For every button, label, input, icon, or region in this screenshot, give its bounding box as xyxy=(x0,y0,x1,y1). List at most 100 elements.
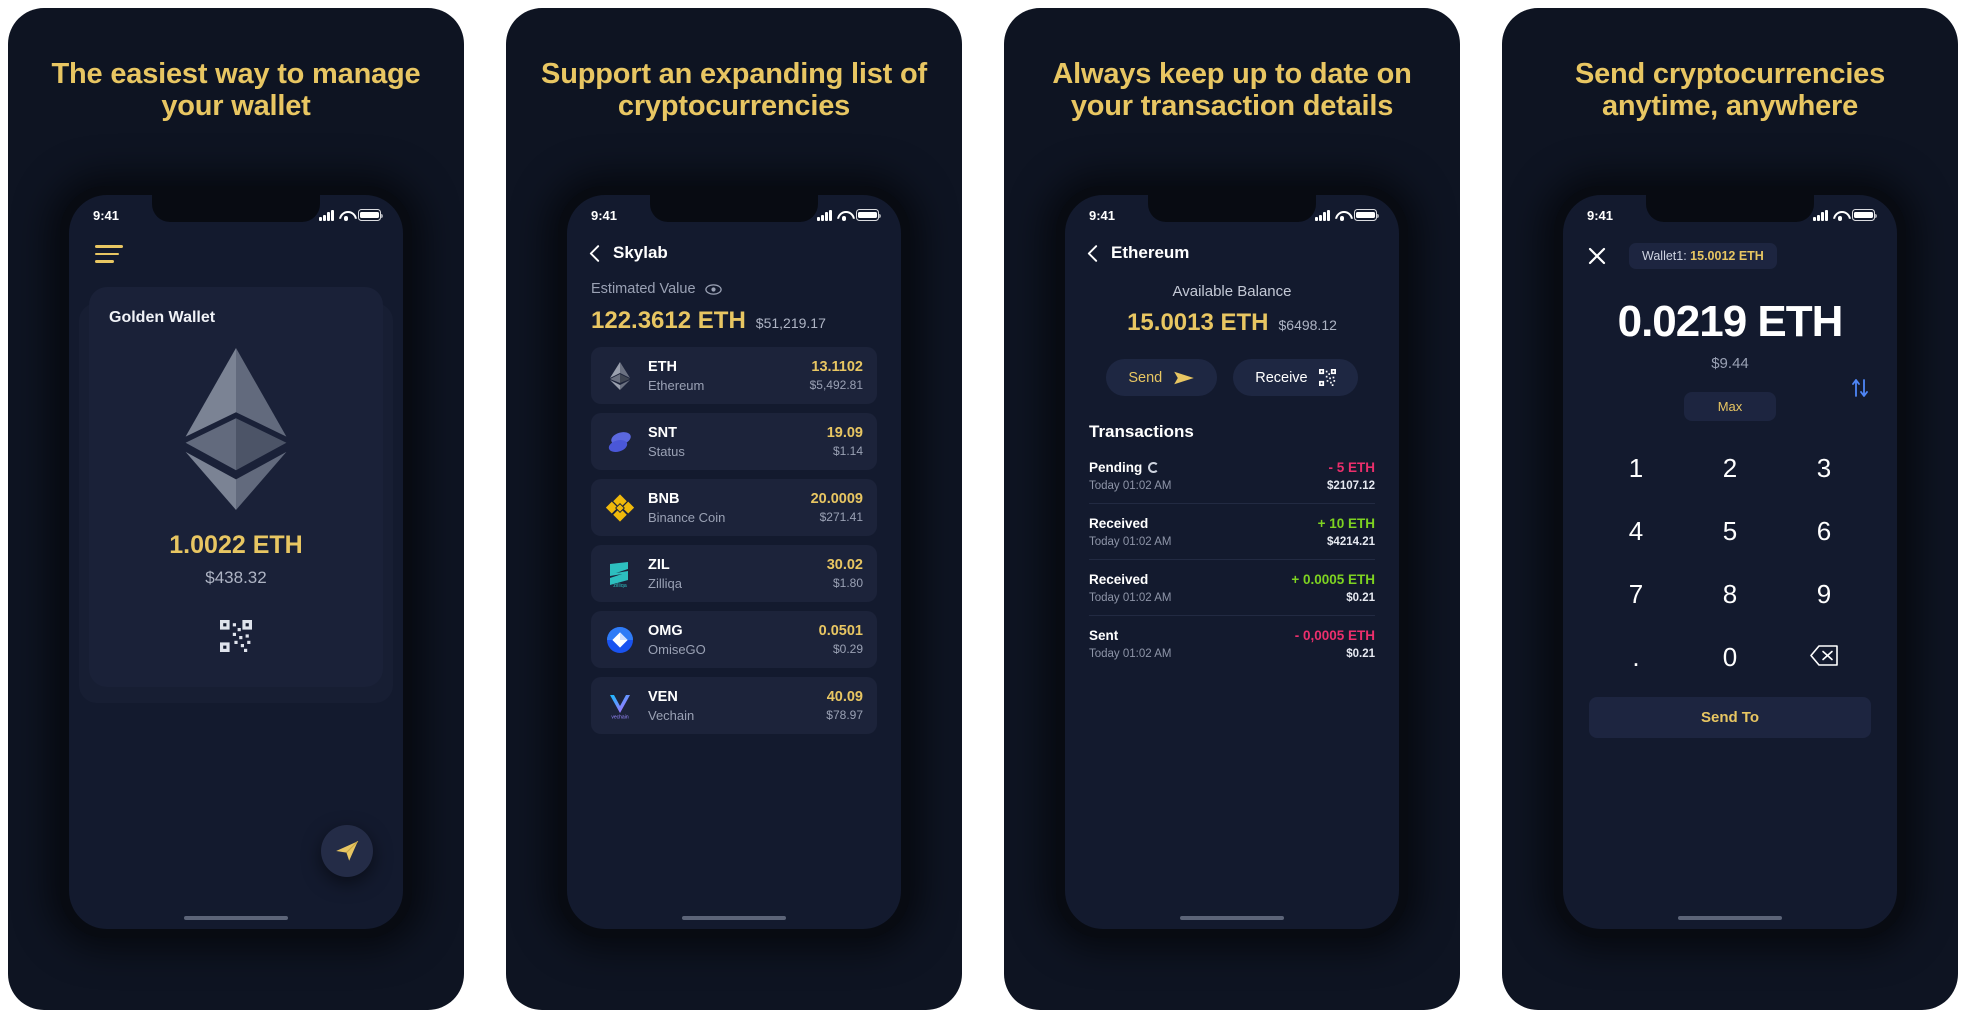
table-row[interactable]: Received + 10 ETH Today 01:02 AM $4214.2… xyxy=(1089,504,1375,560)
coin-amount-usd: $271.41 xyxy=(819,510,863,524)
pending-spinner-icon xyxy=(1148,462,1160,473)
available-balance-label: Available Balance xyxy=(1172,283,1292,300)
backspace-icon xyxy=(1810,645,1838,666)
wallet-pill-label: Wallet1: xyxy=(1642,249,1691,263)
panel-headline: Support an expanding list of cryptocurre… xyxy=(541,58,927,123)
qr-code-icon[interactable] xyxy=(220,619,252,652)
paper-plane-icon xyxy=(336,840,359,861)
wallet-name: Golden Wallet xyxy=(109,308,216,326)
list-item[interactable]: zilliqa ZIL Zilliqa 30.02 $1.80 xyxy=(591,545,877,602)
available-balance-row: 15.0013 ETH $6498.12 xyxy=(1065,309,1399,337)
transaction-date: Today 01:02 AM xyxy=(1089,592,1172,604)
cellular-signal-icon xyxy=(319,209,334,221)
send-to-button[interactable]: Send To xyxy=(1589,697,1871,738)
transaction-date: Today 01:02 AM xyxy=(1089,536,1172,548)
qr-code-icon xyxy=(1318,369,1336,386)
phone-mockup: 9:41 Wallet1: 15.0012 ETH 0.0219 ETH $9.… xyxy=(1554,186,1906,938)
coin-names: OMG OmiseGO xyxy=(648,622,806,657)
max-button[interactable]: Max xyxy=(1684,392,1776,421)
eye-icon[interactable] xyxy=(704,283,722,295)
transaction-status: Received xyxy=(1089,516,1148,531)
wallet-pill-value: 15.0012 ETH xyxy=(1690,249,1764,263)
coin-symbol: BNB xyxy=(648,491,680,507)
key-7[interactable]: 7 xyxy=(1589,563,1683,626)
receive-button[interactable]: Receive xyxy=(1233,359,1358,396)
wallet-card-stack: Golden Wallet 1.0022 ETH $438.32 xyxy=(79,286,393,703)
estimated-value-usd: $51,219.17 xyxy=(755,315,826,331)
key-decimal[interactable]: . xyxy=(1589,626,1683,689)
estimated-value-eth: 122.3612 ETH xyxy=(591,307,746,334)
coin-name: OmiseGO xyxy=(648,642,706,657)
status-icons xyxy=(817,209,882,221)
status-time: 9:41 xyxy=(591,207,618,223)
chevron-left-icon[interactable] xyxy=(589,244,600,263)
transaction-status-label: Sent xyxy=(1089,628,1119,643)
list-item[interactable]: SNT Status 19.09 $1.14 xyxy=(591,413,877,470)
coin-amount-usd: $0.29 xyxy=(832,642,863,656)
phone-screen: 9:41 Golden Wallet 1.0022 ETH $438.32 xyxy=(69,195,403,929)
hamburger-menu-icon[interactable] xyxy=(95,245,123,263)
binance-coin-icon xyxy=(605,493,635,523)
key-0[interactable]: 0 xyxy=(1683,626,1777,689)
battery-icon xyxy=(856,209,882,221)
coin-amounts: 20.0009 $271.41 xyxy=(811,491,863,524)
transaction-usd: $0.21 xyxy=(1346,592,1375,604)
nav-title: Skylab xyxy=(613,243,668,262)
list-item[interactable]: OMG OmiseGO 0.0501 $0.29 xyxy=(591,611,877,668)
list-item[interactable]: BNB Binance Coin 20.0009 $271.41 xyxy=(591,479,877,536)
receive-button-label: Receive xyxy=(1255,369,1308,386)
wallet-card[interactable]: Golden Wallet 1.0022 ETH $438.32 xyxy=(89,286,383,687)
key-9[interactable]: 9 xyxy=(1777,563,1871,626)
transactions-title: Transactions xyxy=(1089,422,1194,441)
swap-vertical-icon[interactable] xyxy=(1849,377,1871,399)
key-6[interactable]: 6 xyxy=(1777,500,1871,563)
coin-amount-usd: $1.14 xyxy=(832,444,863,458)
table-row[interactable]: Pending - 5 ETH Today 01:02 AM $2107.12 xyxy=(1089,448,1375,504)
coin-amount-usd: $78.97 xyxy=(826,708,863,722)
numeric-keypad: 1 2 3 4 5 6 7 8 9 . 0 xyxy=(1563,421,1897,689)
coin-names: VEN Vechain xyxy=(648,688,813,723)
promo-panel-transactions: Always keep up to date on your transacti… xyxy=(1004,8,1460,1010)
chevron-left-icon[interactable] xyxy=(1087,244,1098,263)
key-2[interactable]: 2 xyxy=(1683,437,1777,500)
phone-screen: 9:41 Wallet1: 15.0012 ETH 0.0219 ETH $9.… xyxy=(1563,195,1897,929)
coin-names: ZIL Zilliqa xyxy=(648,556,814,591)
key-3[interactable]: 3 xyxy=(1777,437,1871,500)
screen-content: Ethereum Available Balance 15.0013 ETH $… xyxy=(1065,229,1399,929)
table-row[interactable]: Received + 0.0005 ETH Today 01:02 AM $0.… xyxy=(1089,560,1375,616)
coin-names: SNT Status xyxy=(648,424,814,459)
estimated-value-row: Estimated Value xyxy=(567,263,901,297)
send-button[interactable]: Send xyxy=(1106,359,1218,396)
wifi-icon xyxy=(1833,210,1847,221)
key-4[interactable]: 4 xyxy=(1589,500,1683,563)
transaction-usd: $2107.12 xyxy=(1327,480,1375,492)
panel-headline: Send cryptocurrencies anytime, anywhere xyxy=(1574,58,1886,123)
keypad-row: 4 5 6 xyxy=(1589,500,1871,563)
key-8[interactable]: 8 xyxy=(1683,563,1777,626)
keypad-row: 7 8 9 xyxy=(1589,563,1871,626)
wallet-balance-eth: 1.0022 ETH xyxy=(169,530,303,559)
key-5[interactable]: 5 xyxy=(1683,500,1777,563)
status-bar: 9:41 xyxy=(1563,195,1897,229)
status-time: 9:41 xyxy=(1587,207,1614,223)
table-row[interactable]: Sent - 0,0005 ETH Today 01:02 AM $0.21 xyxy=(1089,616,1375,671)
transaction-status-label: Received xyxy=(1089,516,1149,531)
status-coin-icon xyxy=(605,427,635,457)
list-item[interactable]: ETH Ethereum 13.1102 $5,492.81 xyxy=(591,347,877,404)
coin-name: Binance Coin xyxy=(648,510,726,525)
wallet-selector-pill[interactable]: Wallet1: 15.0012 ETH xyxy=(1629,243,1777,269)
coin-amounts: 19.09 $1.14 xyxy=(827,425,863,458)
transaction-main-line: Sent - 0,0005 ETH xyxy=(1089,628,1375,643)
coin-symbol: ETH xyxy=(648,359,677,375)
coin-names: ETH Ethereum xyxy=(648,358,797,393)
list-item[interactable]: vechain VEN Vechain 40.09 $78.97 xyxy=(591,677,877,734)
key-backspace[interactable] xyxy=(1777,626,1871,689)
close-x-icon[interactable] xyxy=(1587,246,1607,266)
send-fab-button[interactable] xyxy=(321,825,373,877)
key-1[interactable]: 1 xyxy=(1589,437,1683,500)
coin-symbol: SNT xyxy=(648,425,677,441)
status-time: 9:41 xyxy=(1089,207,1116,223)
coin-amount: 20.0009 xyxy=(810,491,863,507)
coin-amount-usd: $5,492.81 xyxy=(809,378,863,392)
transaction-amount: + 10 ETH xyxy=(1317,516,1375,531)
